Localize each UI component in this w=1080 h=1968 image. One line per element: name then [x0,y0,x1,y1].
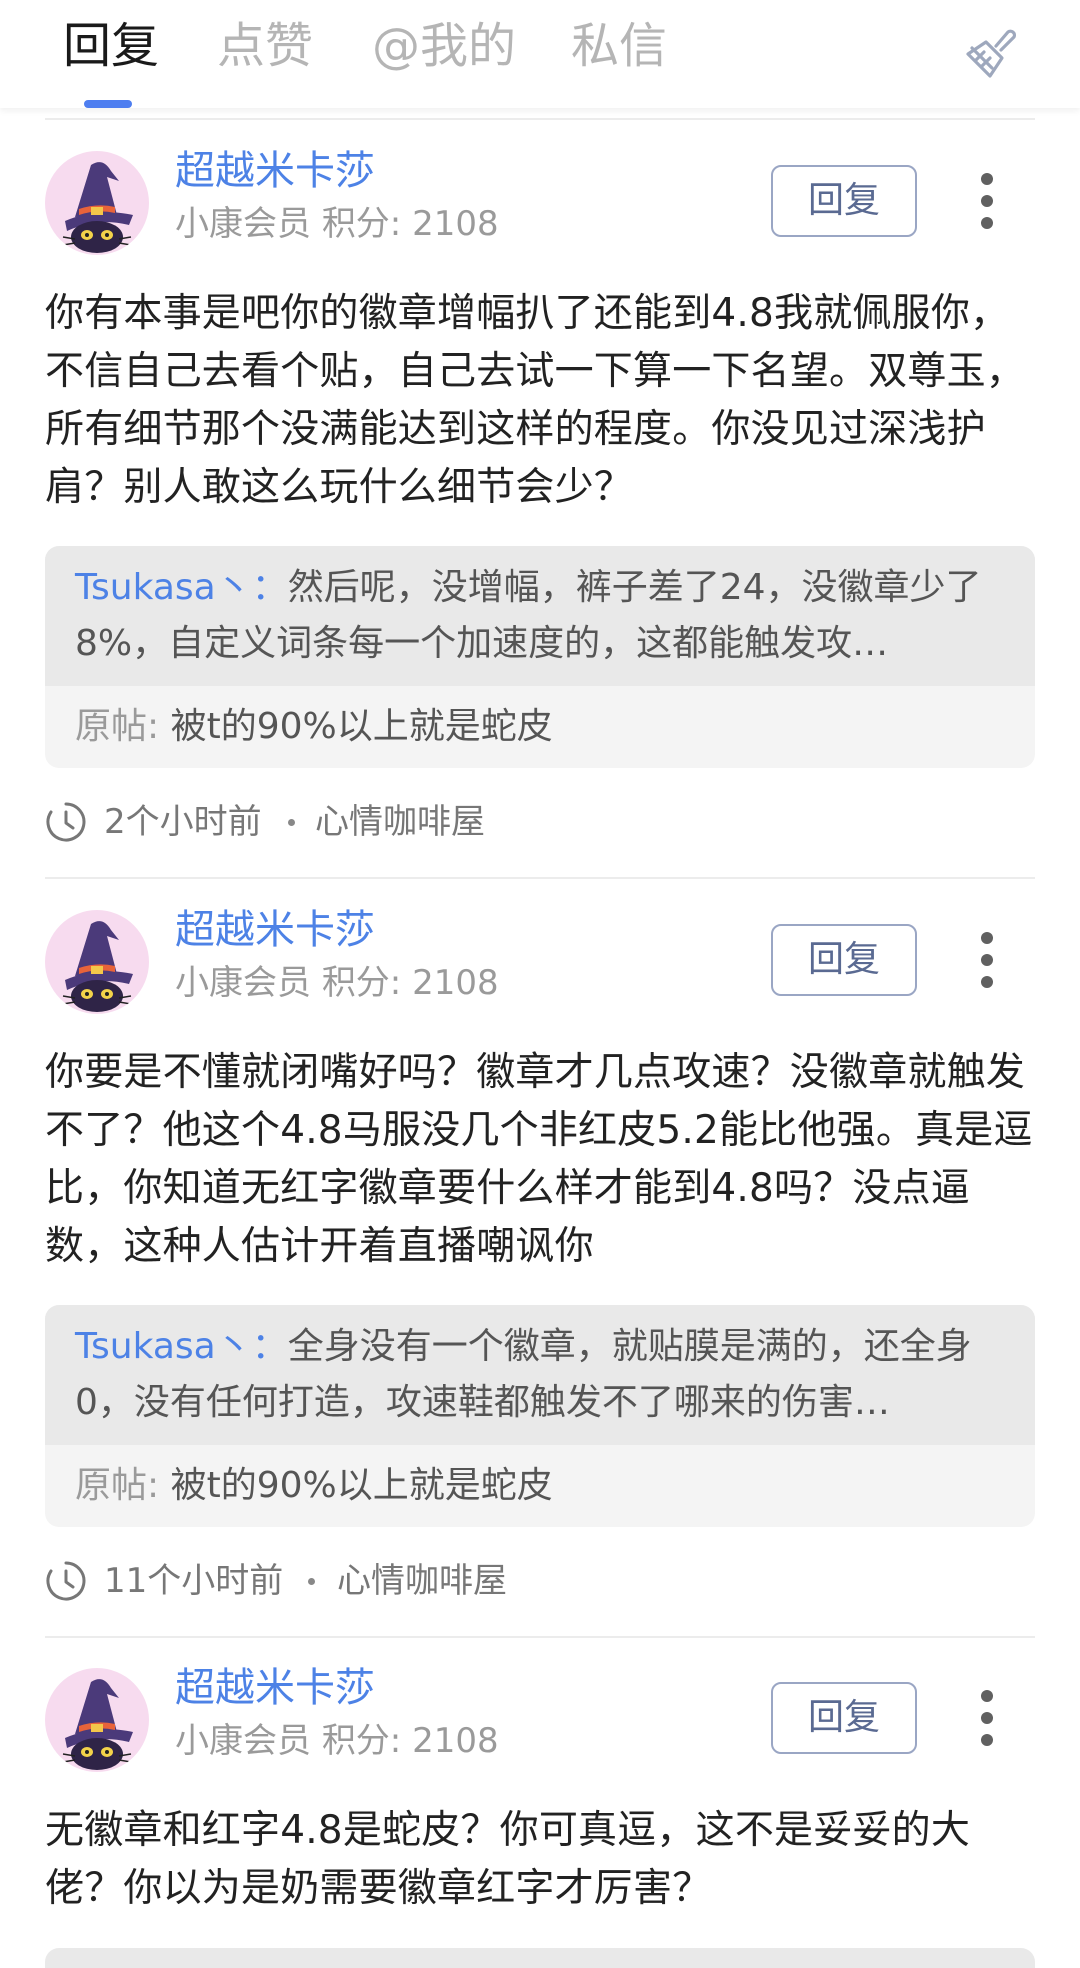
original-post-title: 被t的90%以上就是蛇皮 [170,1465,553,1506]
user-score: 积分: 2108 [321,963,499,1003]
reply-content: 无徽章和红字4.8是蛇皮？你可真逗，这不是妥妥的大佬？你以为是奶需要徽章红字才厉… [45,1808,971,1911]
quoted-comment-text: Tsukasa丶：然后呢，没增幅，裤子差了24，没徽章少了8%，自定义词条每一个… [45,546,1035,686]
avatar[interactable] [45,151,149,255]
user-score: 积分: 2108 [321,204,499,244]
reply-button[interactable]: 回复 [771,165,917,237]
clock-icon [46,1561,86,1601]
quoted-comment[interactable]: Tsukasa丶：全身没有一个徽章，就贴膜是满的，还全身0，没有任何打造，攻速鞋… [45,1305,1035,1527]
reply-content: 你要是不懂就闭嘴好吗？徽章才几点攻速？没徽章就触发不了？他这个4.8马服没几个非… [45,1050,1033,1269]
user-score: 积分: 2108 [321,1721,499,1761]
reply-button[interactable]: 回复 [771,1682,917,1754]
post-divider [45,877,1035,879]
original-post-title: 被t的90%以上就是蛇皮 [170,706,553,747]
reply-button[interactable]: 回复 [771,924,917,996]
reply-time: 11个小时前 [104,1561,284,1601]
clock-icon [46,802,86,842]
reply-content: 你有本事是吧你的徽章增幅扒了还能到4.8我就佩服你，不信自己去看个贴，自己去试一… [45,291,1026,510]
more-options-icon[interactable] [975,1688,999,1748]
more-options-icon[interactable] [975,930,999,990]
quoted-comment [45,1948,1035,1968]
tab-mentions[interactable]: @我的 [372,16,516,76]
user-meta: 小康会员 积分: 2108 [175,1718,499,1764]
more-options-icon[interactable] [975,171,999,231]
original-post-label: 原帖: [75,1465,160,1506]
tab-likes[interactable]: 点赞 [217,16,313,76]
board-name[interactable]: 心情咖啡屋 [337,1556,507,1606]
original-post-link[interactable]: 原帖: 被t的90%以上就是蛇皮 [45,686,1035,768]
reply-time: 2个小时前 [104,802,262,842]
quote-separator: ： [251,1326,288,1367]
tab-private-messages[interactable]: 私信 [571,16,667,76]
original-post-link[interactable]: 原帖: 被t的90%以上就是蛇皮 [45,1445,1035,1527]
username[interactable]: 超越米卡莎 [175,1662,375,1714]
quote-separator: ： [251,567,288,608]
quoted-author[interactable]: Tsukasa丶 [75,1326,252,1367]
tab-replies[interactable]: 回复 [63,16,159,76]
board-name[interactable]: 心情咖啡屋 [315,797,485,847]
username[interactable]: 超越米卡莎 [175,145,375,197]
separator-dot [308,1578,315,1585]
member-level: 小康会员 [175,1721,311,1761]
quoted-comment-text: Tsukasa丶：全身没有一个徽章，就贴膜是满的，还全身0，没有任何打造，攻速鞋… [45,1305,1035,1445]
quoted-comment[interactable]: Tsukasa丶：然后呢，没增幅，裤子差了24，没徽章少了8%，自定义词条每一个… [45,546,1035,768]
list-top-divider [45,118,1035,120]
user-meta: 小康会员 积分: 2108 [175,201,499,247]
avatar[interactable] [45,910,149,1014]
active-tab-indicator [84,100,132,108]
separator-dot [288,819,295,826]
member-level: 小康会员 [175,204,311,244]
top-tab-bar: 回复 点赞 @我的 私信 [0,0,1080,108]
broom-icon[interactable] [962,22,1020,80]
user-meta: 小康会员 积分: 2108 [175,960,499,1006]
quoted-author[interactable]: Tsukasa丶 [75,567,252,608]
avatar[interactable] [45,1668,149,1772]
post-divider [45,1636,1035,1638]
username[interactable]: 超越米卡莎 [175,904,375,956]
member-level: 小康会员 [175,963,311,1003]
original-post-label: 原帖: [75,706,160,747]
